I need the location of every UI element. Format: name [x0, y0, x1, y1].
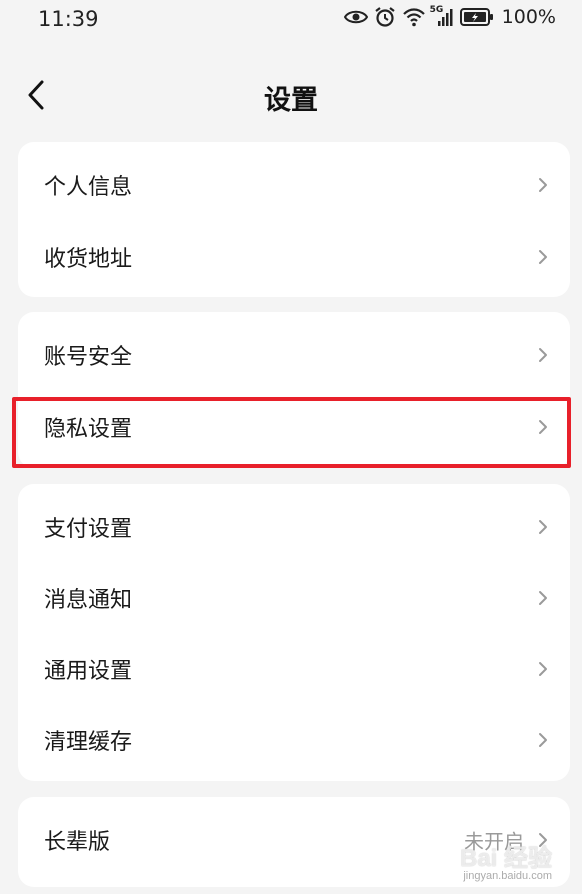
settings-group-profile: 个人信息 收货地址: [18, 142, 570, 297]
settings-item-label: 通用设置: [44, 659, 133, 684]
alarm-icon: [374, 6, 396, 28]
settings-item-label: 隐私设置: [44, 417, 133, 442]
watermark-url: jingyan.baidu.com: [463, 870, 552, 882]
settings-item-notifications[interactable]: 消息通知: [18, 562, 570, 634]
settings-item-label: 收货地址: [44, 247, 133, 272]
chevron-right-icon: [539, 178, 547, 192]
settings-item-label: 清理缓存: [44, 730, 133, 755]
chevron-right-icon: [539, 348, 547, 362]
chevron-right-icon: [539, 662, 547, 676]
eye-icon: [343, 8, 368, 26]
status-bar: 11:39 5G 100%: [0, 0, 582, 40]
chevron-right-icon: [539, 250, 547, 264]
settings-item-label: 个人信息: [44, 175, 133, 200]
settings-item-shipping-address[interactable]: 收货地址: [18, 221, 570, 293]
wifi-icon: [402, 7, 426, 27]
signal-icon: 5G: [429, 5, 454, 27]
status-time: 11:39: [38, 7, 99, 31]
status-icons: 5G 100%: [343, 5, 556, 28]
settings-item-privacy[interactable]: 隐私设置: [18, 391, 570, 463]
settings-item-clear-cache[interactable]: 清理缓存: [18, 704, 570, 776]
chevron-right-icon: [539, 420, 547, 434]
settings-group-general: 支付设置 消息通知 通用设置 清理缓存: [18, 484, 570, 781]
battery-percent: 100%: [501, 6, 556, 28]
settings-item-general[interactable]: 通用设置: [18, 633, 570, 705]
page-title: 设置: [264, 85, 318, 116]
chevron-right-icon: [539, 591, 547, 605]
settings-item-label: 消息通知: [44, 588, 133, 613]
settings-item-payment[interactable]: 支付设置: [18, 491, 570, 563]
settings-item-account-security[interactable]: 账号安全: [18, 319, 570, 391]
battery-icon: [459, 7, 494, 27]
nav-bar: 设置: [0, 62, 582, 130]
chevron-right-icon: [539, 520, 547, 534]
settings-group-security: 账号安全 隐私设置: [18, 312, 570, 468]
settings-item-label: 长辈版: [44, 830, 111, 855]
watermark: Bai 经验: [459, 845, 552, 872]
settings-item-label: 账号安全: [44, 345, 133, 370]
settings-item-label: 支付设置: [44, 517, 133, 542]
chevron-right-icon: [539, 733, 547, 747]
settings-item-personal-info[interactable]: 个人信息: [18, 149, 570, 221]
network-type: 5G: [429, 5, 444, 15]
